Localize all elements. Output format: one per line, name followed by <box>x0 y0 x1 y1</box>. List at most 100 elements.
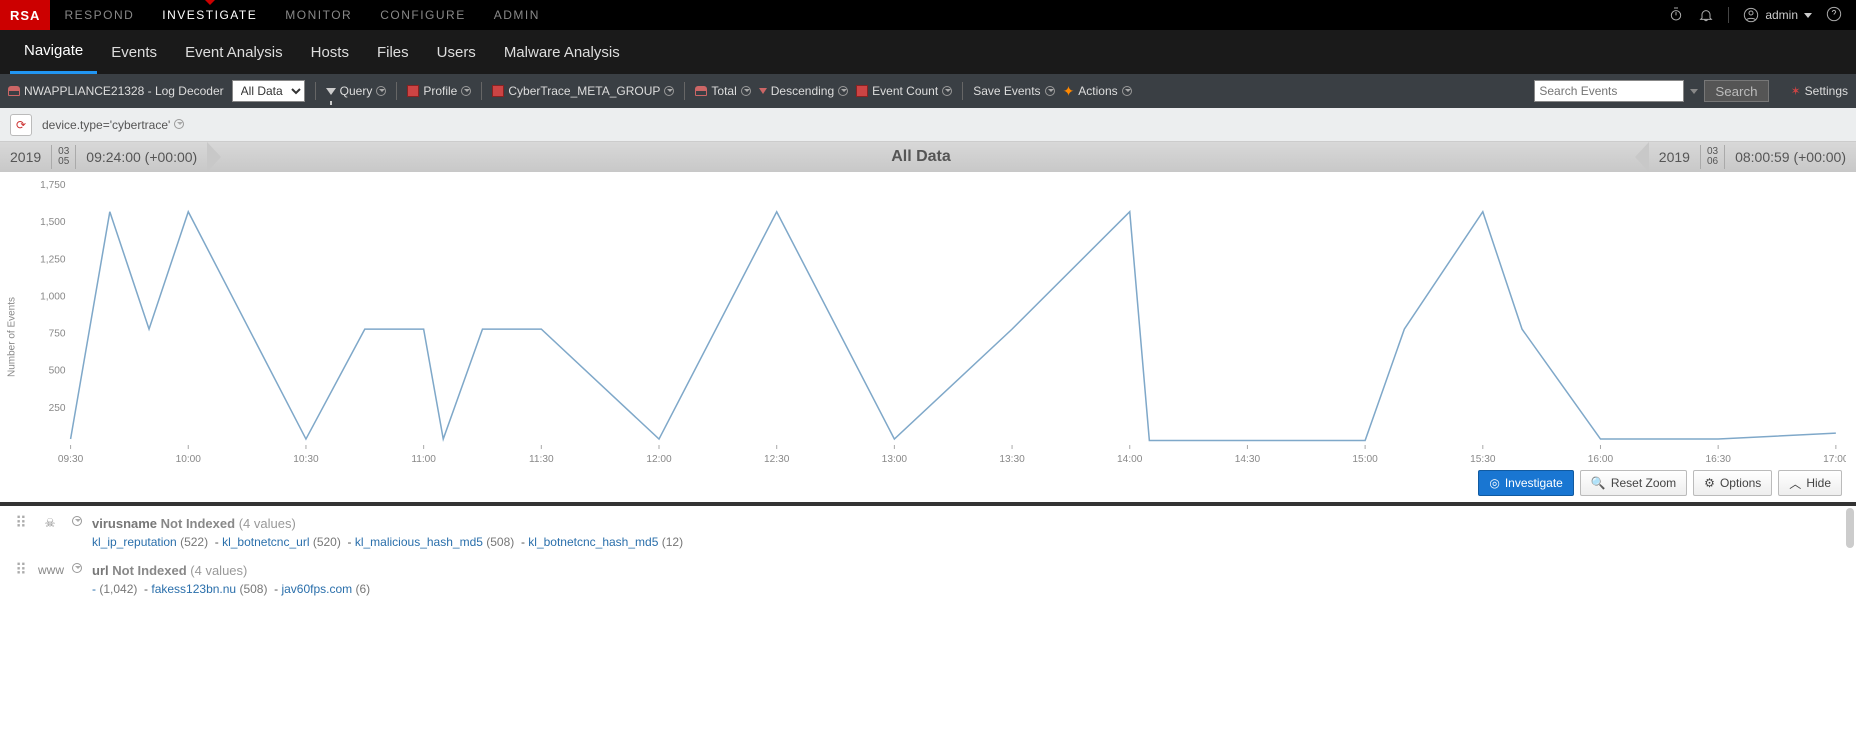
total-icon <box>695 86 707 96</box>
skull-icon: ☠ <box>38 516 62 530</box>
top-nav-configure[interactable]: CONFIGURE <box>366 0 480 30</box>
refresh-button[interactable]: ⟳ <box>10 114 32 136</box>
meta-value[interactable]: jav60fps.com <box>281 582 352 596</box>
funnel-icon <box>326 88 336 95</box>
reset-zoom-button[interactable]: 🔍Reset Zoom <box>1580 470 1687 496</box>
separator <box>962 82 963 100</box>
events-line-chart[interactable]: 2505007501,0001,2501,5001,75009:3010:001… <box>30 180 1846 470</box>
arrow-left-icon <box>1635 142 1649 172</box>
options-button[interactable]: ⚙ Options <box>1693 470 1772 496</box>
search-input[interactable] <box>1534 80 1684 102</box>
settings-label: Settings <box>1805 84 1848 98</box>
svg-text:14:30: 14:30 <box>1235 454 1261 465</box>
sec-nav-hosts[interactable]: Hosts <box>297 30 363 74</box>
caret-icon[interactable] <box>72 516 82 526</box>
user-menu[interactable]: admin <box>1728 7 1812 23</box>
search-button[interactable]: Search <box>1704 80 1768 102</box>
query-label: Query <box>340 84 373 98</box>
meta-value[interactable]: kl_botnetcnc_hash_md5 <box>528 535 658 549</box>
hide-button[interactable]: ︿Hide <box>1778 470 1842 496</box>
save-events-menu[interactable]: Save Events <box>973 84 1054 98</box>
start-year: 2019 <box>0 149 51 165</box>
meta-values: kl_ip_reputation (522) - kl_botnetcnc_ur… <box>92 535 1842 549</box>
www-icon: www <box>38 563 62 577</box>
sort-icon <box>759 88 767 94</box>
scrollbar[interactable] <box>1846 508 1854 548</box>
profile-menu[interactable]: Profile <box>407 84 471 98</box>
metagroup-icon <box>492 85 504 97</box>
meta-title: virusname Not Indexed (4 values) <box>92 516 1842 531</box>
svg-text:10:00: 10:00 <box>176 454 202 465</box>
sec-nav-files[interactable]: Files <box>363 30 423 74</box>
top-nav-respond[interactable]: RESPOND <box>50 0 148 30</box>
sec-nav-events[interactable]: Events <box>97 30 171 74</box>
save-label: Save Events <box>973 84 1040 98</box>
svg-text:1,000: 1,000 <box>40 291 66 302</box>
top-nav-bar: RSA RESPONDINVESTIGATEMONITORCONFIGUREAD… <box>0 0 1856 30</box>
sort-label: Descending <box>771 84 834 98</box>
chart-area: Number of Events 2505007501,0001,2501,50… <box>0 172 1856 502</box>
filter-chip[interactable]: device.type='cybertrace' <box>42 118 184 132</box>
options-label: Options <box>1720 476 1761 490</box>
sort-menu[interactable]: Descending <box>759 84 848 98</box>
separator <box>684 82 685 100</box>
total-label: Total <box>711 84 736 98</box>
top-right-icons: admin <box>1668 6 1856 25</box>
caret-icon[interactable] <box>72 563 82 573</box>
investigate-button[interactable]: ◎Investigate <box>1478 470 1574 496</box>
svg-text:17:00: 17:00 <box>1823 454 1846 465</box>
meta-value[interactable]: kl_ip_reputation <box>92 535 177 549</box>
top-nav-investigate[interactable]: INVESTIGATE <box>148 0 271 30</box>
meta-panel: ⠿ ☠ virusname Not Indexed (4 values) kl_ip_… <box>0 506 1856 616</box>
top-nav-items: RESPONDINVESTIGATEMONITORCONFIGUREADMIN <box>50 0 553 30</box>
meta-value[interactable]: kl_malicious_hash_md5 <box>355 535 483 549</box>
svg-text:500: 500 <box>49 366 66 377</box>
top-nav-admin[interactable]: ADMIN <box>480 0 554 30</box>
top-nav-monitor[interactable]: MONITOR <box>271 0 366 30</box>
search-dropdown-icon[interactable] <box>1690 89 1698 94</box>
appliance-selector[interactable]: NWAPPLIANCE21328 - Log Decoder <box>8 84 224 98</box>
caret-icon <box>838 86 848 96</box>
magnifier-icon: 🔍 <box>1591 476 1606 490</box>
end-year: 2019 <box>1649 149 1700 165</box>
time-range-select[interactable]: All Data <box>232 80 305 102</box>
sec-nav-event-analysis[interactable]: Event Analysis <box>171 30 297 74</box>
timer-icon[interactable] <box>1668 6 1684 25</box>
meta-value[interactable]: kl_botnetcnc_url <box>222 535 309 549</box>
end-time: 08:00:59 (+00:00) <box>1725 149 1856 165</box>
svg-text:10:30: 10:30 <box>293 454 319 465</box>
meta-title: url Not Indexed (4 values) <box>92 563 1842 578</box>
gear-icon: ⚙ <box>1704 476 1715 490</box>
meta-value[interactable]: - <box>92 582 96 596</box>
meta-body: url Not Indexed (4 values)- (1,042) - fa… <box>92 563 1842 596</box>
actions-menu[interactable]: ✦Actions <box>1063 83 1132 100</box>
help-icon[interactable] <box>1826 6 1842 25</box>
drag-handle-icon[interactable]: ⠿ <box>14 516 28 530</box>
svg-text:15:30: 15:30 <box>1470 454 1496 465</box>
meta-group-menu[interactable]: CyberTrace_META_GROUP <box>492 84 674 98</box>
bell-icon[interactable] <box>1698 6 1714 25</box>
metric-menu[interactable]: Event Count <box>856 84 952 98</box>
sec-nav-navigate[interactable]: Navigate <box>10 30 97 74</box>
svg-text:14:00: 14:00 <box>1117 454 1143 465</box>
svg-text:12:00: 12:00 <box>646 454 672 465</box>
meta-value[interactable]: fakess123bn.nu <box>151 582 236 596</box>
settings-link[interactable]: ✶ Settings <box>1791 84 1848 98</box>
svg-text:750: 750 <box>49 329 66 340</box>
query-menu[interactable]: Query <box>326 84 387 98</box>
total-menu[interactable]: Total <box>695 84 750 98</box>
hide-label: Hide <box>1806 476 1831 490</box>
separator <box>315 82 316 100</box>
svg-text:1,250: 1,250 <box>40 254 66 265</box>
meta-row-virusname: ⠿ ☠ virusname Not Indexed (4 values) kl_ip_… <box>14 516 1842 549</box>
bolt-icon: ✦ <box>1063 83 1075 100</box>
time-range-band: 2019 0305 09:24:00 (+00:00) All Data 201… <box>0 142 1856 172</box>
start-time: 09:24:00 (+00:00) <box>76 149 207 165</box>
chevron-down-icon <box>1804 13 1812 18</box>
svg-text:09:30: 09:30 <box>58 454 84 465</box>
sec-nav-users[interactable]: Users <box>423 30 490 74</box>
time-end[interactable]: 2019 0306 08:00:59 (+00:00) <box>1635 142 1856 172</box>
time-start[interactable]: 2019 0305 09:24:00 (+00:00) <box>0 142 207 172</box>
sec-nav-malware-analysis[interactable]: Malware Analysis <box>490 30 634 74</box>
drag-handle-icon[interactable]: ⠿ <box>14 563 28 577</box>
